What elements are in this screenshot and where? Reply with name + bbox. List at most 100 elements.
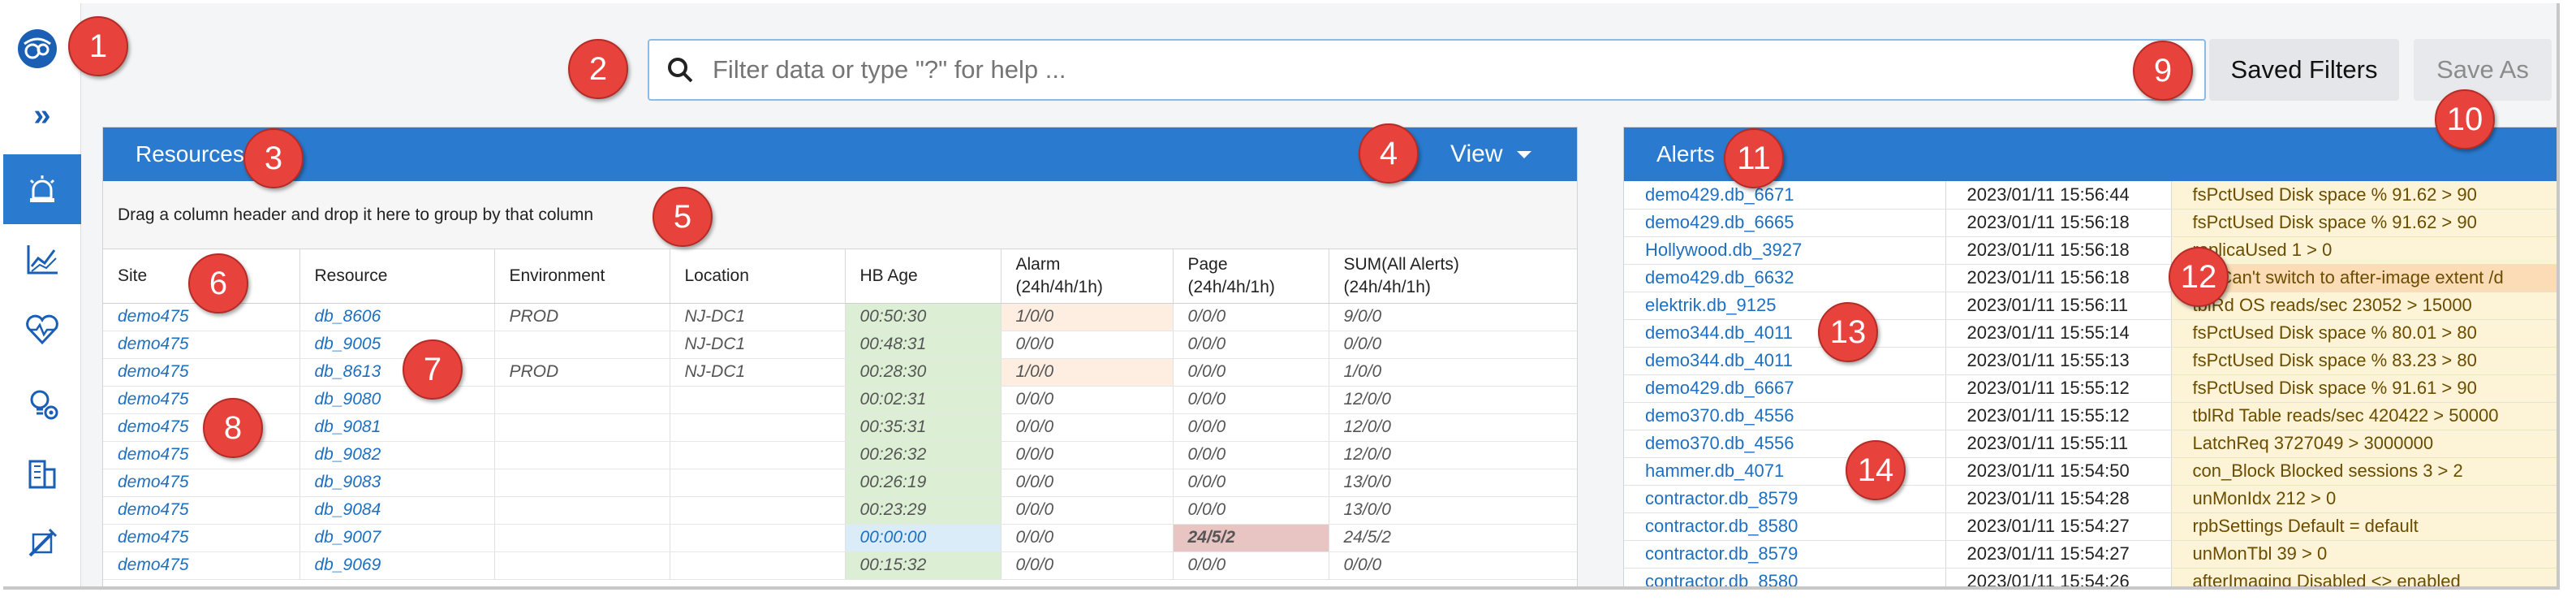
resource-link[interactable]: db_8613 (299, 358, 495, 387)
column-header-sum-all-alerts[interactable]: SUM(All Alerts) (24h/4h/1h) (1329, 249, 1577, 304)
alert-row[interactable]: Hollywood.db_3927 2023/01/11 15:56:18 repl… (1624, 236, 2557, 265)
group-by-drop-zone[interactable]: Drag a column header and drop it here to… (103, 181, 1577, 249)
alert-time: 2023/01/11 15:54:26 (1945, 568, 2172, 586)
callout-8: 8 (203, 398, 263, 458)
resource-row[interactable]: demo475 db_8606 PROD NJ-DC1 00:50:30 1/0/0 0/0… (103, 303, 1577, 331)
alert-row[interactable]: demo344.db_4011 2023/01/11 15:55:13 fsPctU… (1624, 347, 2557, 375)
site-link[interactable]: demo475 (103, 496, 300, 525)
column-header-resource[interactable]: Resource (299, 249, 495, 304)
resource-row[interactable]: demo475 db_9005 NJ-DC1 00:48:31 0/0/0 0/0/0 0/… (103, 331, 1577, 359)
nav-sites[interactable] (3, 439, 81, 508)
resource-row[interactable]: demo475 db_9083 00:26:19 0/0/0 0/0/0 13/0/0 (103, 469, 1577, 497)
tools-icon (28, 528, 58, 557)
alert-siren-icon (29, 175, 55, 202)
alert-row[interactable]: demo370.db_4556 2023/01/11 15:55:11 LatchR… (1624, 430, 2557, 458)
saved-filters-button[interactable]: Saved Filters (2209, 39, 2399, 101)
resources-panel: Resources View Drag a column header and … (102, 127, 1578, 586)
column-header-page[interactable]: Page (24h/4h/1h) (1173, 249, 1329, 304)
site-link[interactable]: demo475 (103, 358, 300, 387)
resource-link[interactable]: db_9080 (299, 386, 495, 414)
column-header-alarm[interactable]: Alarm (24h/4h/1h) (1001, 249, 1174, 304)
environment-cell (494, 331, 670, 359)
nav-alerts[interactable] (3, 154, 81, 224)
nav-tools[interactable] (3, 508, 81, 578)
callout-4: 4 (1359, 123, 1419, 184)
alarm-count-cell: 0/0/0 (1001, 386, 1174, 414)
alert-message: LatchReq 3727049 > 3000000 (2171, 430, 2557, 458)
alert-source-link[interactable]: elektrik.db_9125 (1624, 292, 1946, 320)
alert-row[interactable]: contractor.db_8580 2023/01/11 15:54:26 aft… (1624, 568, 2557, 586)
column-header-location[interactable]: Location (670, 249, 846, 304)
alert-source-link[interactable]: contractor.db_8579 (1624, 540, 1946, 569)
alert-row[interactable]: contractor.db_8579 2023/01/11 15:54:27 unM… (1624, 540, 2557, 569)
alerts-panel: Alerts demo429.db_6671 2023/01/11 15:56:4… (1623, 127, 2557, 586)
view-dropdown[interactable]: View (1450, 128, 1532, 181)
buildings-icon (28, 460, 56, 489)
alert-source-link[interactable]: demo344.db_4011 (1624, 319, 1946, 348)
alert-source-link[interactable]: demo429.db_6632 (1624, 264, 1946, 292)
resource-link[interactable]: db_9083 (299, 469, 495, 497)
alert-time: 2023/01/11 15:54:50 (1945, 457, 2172, 486)
search-input[interactable] (713, 55, 2173, 84)
site-link[interactable]: demo475 (103, 413, 300, 442)
resource-row[interactable]: demo475 db_9007 00:00:00 0/0/0 24/5/2 24/5/2 (103, 524, 1577, 552)
alert-row[interactable]: contractor.db_8579 2023/01/11 15:54:28 unM… (1624, 485, 2557, 513)
alert-row[interactable]: hammer.db_4071 2023/01/11 15:54:50 con_Blo… (1624, 457, 2557, 486)
column-header-hb-age[interactable]: HB Age (845, 249, 1002, 304)
resource-link[interactable]: db_9081 (299, 413, 495, 442)
view-label: View (1450, 141, 1503, 167)
alert-row[interactable]: demo429.db_6632 2023/01/11 15:56:18 (5) Ca… (1624, 264, 2557, 292)
alerts-list: demo429.db_6671 2023/01/11 15:56:44 fsPctU… (1624, 181, 2557, 586)
environment-cell (494, 413, 670, 442)
resource-link[interactable]: db_8606 (299, 303, 495, 331)
alert-row[interactable]: demo370.db_4556 2023/01/11 15:55:12 tblRd … (1624, 402, 2557, 430)
alert-source-link[interactable]: demo429.db_6667 (1624, 374, 1946, 403)
site-link[interactable]: demo475 (103, 469, 300, 497)
resource-link[interactable]: db_9082 (299, 441, 495, 469)
page-count-cell: 0/0/0 (1173, 386, 1329, 414)
site-link[interactable]: demo475 (103, 331, 300, 359)
alert-row[interactable]: demo429.db_6665 2023/01/11 15:56:18 fsPctU… (1624, 209, 2557, 237)
resource-link[interactable]: db_9069 (299, 551, 495, 580)
alert-source-link[interactable]: demo429.db_6671 (1624, 181, 1946, 210)
alert-row[interactable]: demo344.db_4011 2023/01/11 15:55:14 fsPctU… (1624, 319, 2557, 348)
resource-row[interactable]: demo475 db_9084 00:23:29 0/0/0 0/0/0 13/0/0 (103, 496, 1577, 525)
nav-trends[interactable] (3, 224, 81, 294)
alert-time: 2023/01/11 15:56:18 (1945, 236, 2172, 265)
resource-link[interactable]: db_9084 (299, 496, 495, 525)
environment-cell (494, 496, 670, 525)
resource-row[interactable]: demo475 db_8613 PROD NJ-DC1 00:28:30 1/0/0 0/0… (103, 358, 1577, 387)
save-as-button[interactable]: Save As (2414, 39, 2552, 101)
alert-row[interactable]: demo429.db_6667 2023/01/11 15:55:12 fsPctU… (1624, 374, 2557, 403)
site-link[interactable]: demo475 (103, 551, 300, 580)
expand-sidebar-icon[interactable]: » (26, 98, 58, 132)
alert-row[interactable]: elektrik.db_9125 2023/01/11 15:56:11 tblRd… (1624, 292, 2557, 320)
site-link[interactable]: demo475 (103, 441, 300, 469)
alert-source-link[interactable]: demo370.db_4556 (1624, 402, 1946, 430)
site-link[interactable]: demo475 (103, 386, 300, 414)
resource-row[interactable]: demo475 db_9080 00:02:31 0/0/0 0/0/0 12/0/0 (103, 386, 1577, 414)
alert-source-link[interactable]: Hollywood.db_3927 (1624, 236, 1946, 265)
resource-row[interactable]: demo475 db_9082 00:26:32 0/0/0 0/0/0 12/0/0 (103, 441, 1577, 469)
resource-row[interactable]: demo475 db_9069 00:15:32 0/0/0 0/0/0 0/0/0 (103, 551, 1577, 580)
sum-alerts-cell: 12/0/0 (1329, 386, 1577, 414)
filter-search-box[interactable] (648, 39, 2206, 101)
resource-link[interactable]: db_9007 (299, 524, 495, 552)
resource-row[interactable]: demo475 db_9081 00:35:31 0/0/0 0/0/0 12/0/0 (103, 413, 1577, 442)
alert-time: 2023/01/11 15:54:27 (1945, 512, 2172, 541)
app-logo[interactable] (16, 28, 58, 70)
alert-message: fsPctUsed Disk space % 91.62 > 90 (2171, 181, 2557, 210)
alert-source-link[interactable]: contractor.db_8580 (1624, 568, 1946, 586)
alert-source-link[interactable]: demo344.db_4011 (1624, 347, 1946, 375)
nav-configure[interactable] (3, 369, 81, 439)
alert-source-link[interactable]: contractor.db_8580 (1624, 512, 1946, 541)
location-cell: NJ-DC1 (670, 303, 846, 331)
column-header-environment[interactable]: Environment (494, 249, 670, 304)
page-count-cell: 0/0/0 (1173, 496, 1329, 525)
site-link[interactable]: demo475 (103, 524, 300, 552)
alert-source-link[interactable]: demo429.db_6665 (1624, 209, 1946, 237)
resource-link[interactable]: db_9005 (299, 331, 495, 359)
alert-row[interactable]: contractor.db_8580 2023/01/11 15:54:27 rpb… (1624, 512, 2557, 541)
alert-time: 2023/01/11 15:56:18 (1945, 209, 2172, 237)
nav-health[interactable] (3, 294, 81, 364)
